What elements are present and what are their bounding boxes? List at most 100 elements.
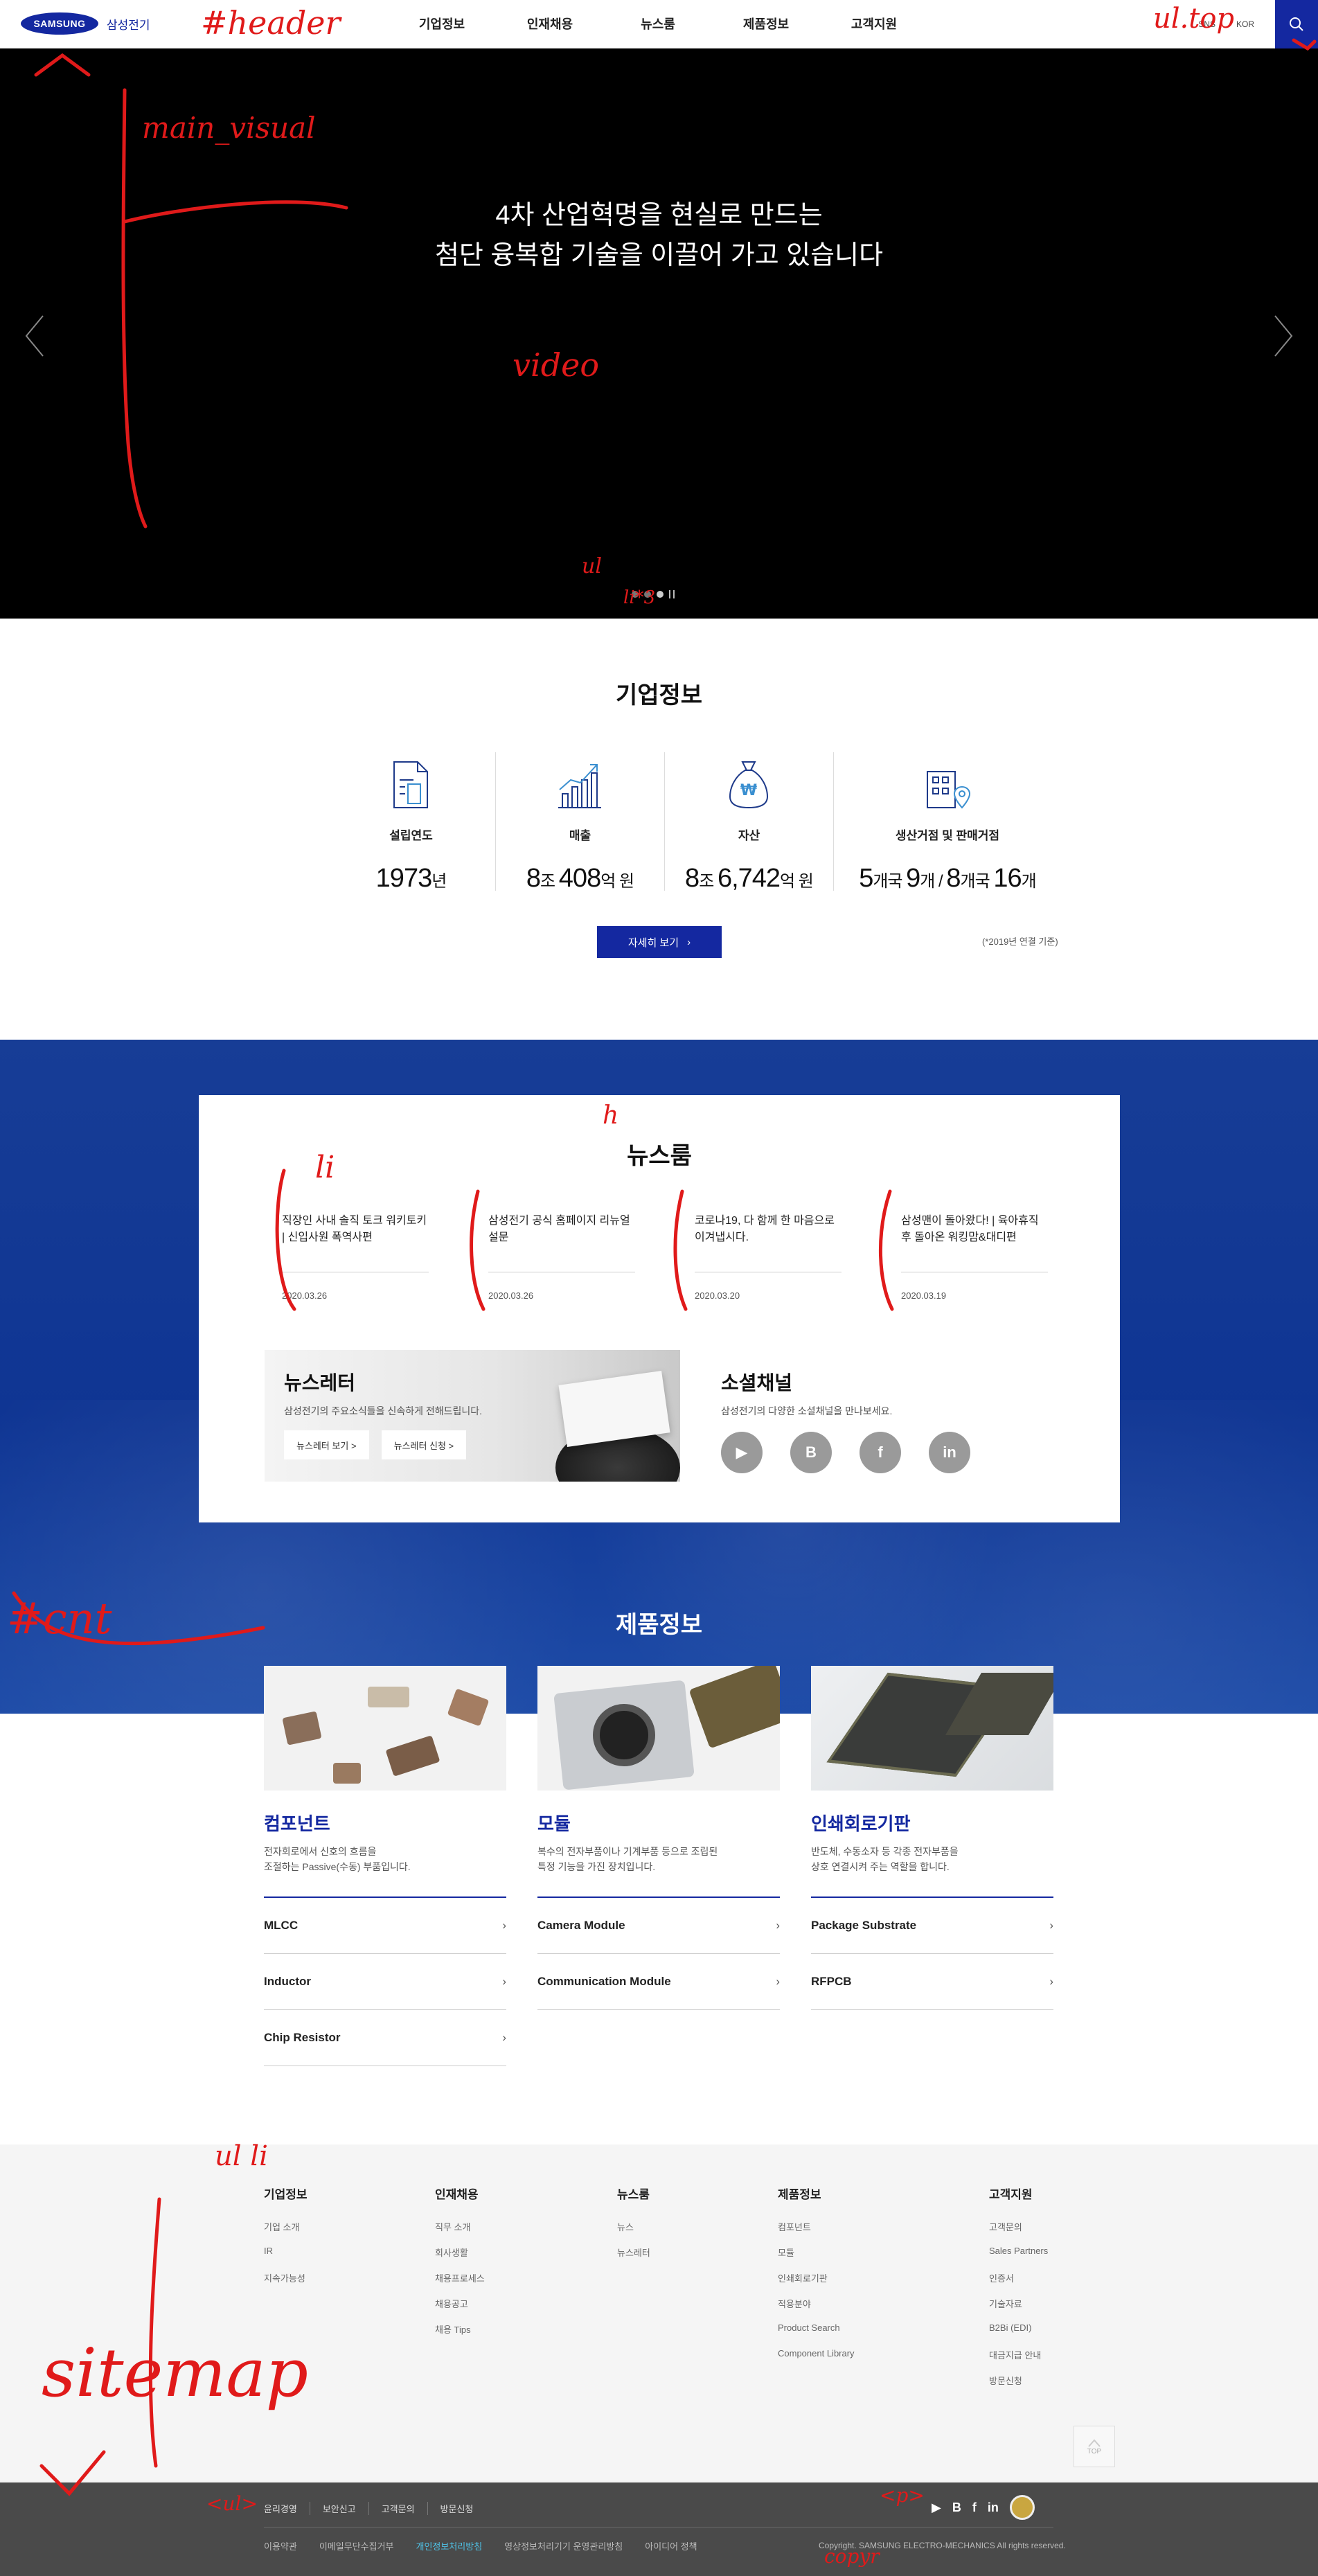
news-item[interactable]: 직장인 사내 솔직 토크 워키토키 | 신입사원 폭역사편 2020.03.26 — [282, 1213, 429, 1301]
top-button[interactable]: TOP — [1074, 2426, 1115, 2467]
sitemap-col: 고객지원 고객문의 Sales Partners 인증서 기술자료 B2Bi (EDI)… — [989, 2188, 1049, 2386]
nav-item-support[interactable]: 고객지원 — [820, 0, 928, 48]
chevron-right-icon: › — [502, 1919, 506, 1932]
visual-headline-line2: 첨단 융복합 기술을 이끌어 가고 있습니다 — [434, 241, 884, 270]
main-visual: 4차 산업혁명을 현실로 만드는 첨단 융복합 기술을 이끌어 가고 있습니다 — [0, 48, 1318, 619]
slide-dot[interactable] — [644, 591, 651, 598]
section-title: 뉴스룸 — [627, 1143, 692, 1169]
product-link[interactable]: Inductor › — [264, 1954, 506, 2010]
nav-item-newsroom[interactable]: 뉴스룸 — [604, 0, 712, 48]
stat-value: 8조 408억 원 — [526, 864, 634, 893]
module-image — [537, 1666, 780, 1791]
footer-divider — [264, 2527, 1053, 2528]
sitemap-col: 기업정보 기업 소개 IR 지속가능성 — [264, 2188, 308, 2284]
product-name[interactable]: 모듈 — [537, 1810, 780, 1836]
product-desc: 복수의 전자부품이나 기계부품 등으로 조립된 특정 기능을 가진 장치입니다. — [537, 1844, 780, 1898]
stat-label: 자산 — [738, 829, 760, 842]
news-item[interactable]: 삼성전기 공식 홈페이지 리뉴얼 설문 2020.03.26 — [488, 1213, 635, 1301]
nav-item-careers[interactable]: 인재채용 — [496, 0, 604, 48]
sitemap: 기업정보 기업 소개 IR 지속가능성 인재채용 직무 소개 회사생활 채용프로세스 채용… — [0, 2144, 1318, 2482]
sitemap-col: 제품정보 컴포넌트 모듈 인쇄회로기판 적용분야 Product Search Compo… — [778, 2188, 855, 2359]
news-list: 직장인 사내 솔직 토크 워키토키 | 신입사원 폭역사편 2020.03.26 … — [282, 1213, 1051, 1301]
product-link[interactable]: Camera Module › — [537, 1898, 780, 1954]
product-link[interactable]: RFPCB › — [811, 1954, 1053, 2010]
visual-headline-line1: 4차 산업혁명을 현실로 만드는 — [495, 201, 823, 230]
social-desc: 삼성전기의 다양한 소셜채널을 만나보세요. — [721, 1405, 893, 1416]
product-name[interactable]: 컴포넌트 — [264, 1810, 506, 1836]
facebook-icon[interactable]: f — [860, 1432, 901, 1473]
lang-select[interactable]: KOR — [1236, 19, 1254, 29]
header-util: SNS KOR — [1198, 0, 1318, 48]
product-link[interactable]: Chip Resistor › — [264, 2010, 506, 2066]
arrow-up-icon — [1088, 2438, 1101, 2447]
product-link[interactable]: Package Substrate › — [811, 1898, 1053, 1954]
slide-dot-active[interactable] — [657, 591, 664, 598]
site-header: SAMSUNG 삼성전기 기업정보 인재채용 뉴스룸 제품정보 고객지원 SNS… — [0, 0, 1318, 48]
stat-value: 5개국 9개 / 8개국 16개 — [859, 864, 1037, 893]
samsung-logo: SAMSUNG — [21, 12, 98, 35]
facebook-icon[interactable]: f — [972, 2501, 977, 2515]
product-card: 컴포넌트 전자회로에서 신호의 흐름을 조절하는 Passive(수동) 부품입니… — [264, 1666, 506, 2066]
slide-dot[interactable] — [632, 591, 639, 598]
newsletter-desc: 삼성전기의 주요소식들을 신속하게 전해드립니다. — [284, 1405, 483, 1416]
prev-arrow-icon[interactable] — [21, 312, 48, 360]
search-button[interactable] — [1275, 0, 1318, 48]
nav-item-company[interactable]: 기업정보 — [388, 0, 496, 48]
newsletter-banner: 뉴스레터 삼성전기의 주요소식들을 신속하게 전해드립니다. 뉴스레터 보기 >… — [265, 1350, 680, 1482]
linkedin-icon[interactable]: in — [929, 1432, 970, 1473]
stats-list: 설립연도 1973년 매출 8조 408억 원 ₩ 자산 8조 6,742억 원… — [327, 752, 1061, 893]
chevron-right-icon: › — [776, 1919, 780, 1932]
chevron-right-icon: › — [502, 1975, 506, 1988]
footer-links-1: 윤리경영 보안신고 고객문의 방문신청 — [264, 2502, 486, 2515]
stat-founded: 설립연도 1973년 — [327, 752, 496, 893]
search-icon — [1290, 17, 1303, 31]
factory-location-icon — [926, 771, 970, 809]
component-image — [264, 1666, 506, 1791]
footer-links-2: 이용약관 이메일무단수집거부 개인정보처리방침 영상정보처리기기 운영관리방침 아이디어… — [264, 2541, 697, 2552]
product-link[interactable]: Communication Module › — [537, 1954, 780, 2010]
product-link[interactable]: MLCC › — [264, 1898, 506, 1954]
section-title: 기업정보 — [615, 682, 703, 709]
logo[interactable]: SAMSUNG 삼성전기 — [21, 12, 150, 35]
chevron-right-icon: › — [502, 2031, 506, 2044]
news-item[interactable]: 삼성맨이 돌아왔다! | 육아휴직 후 돌아온 워킹맘&대디편 2020.03.1… — [901, 1213, 1048, 1301]
svg-text:₩: ₩ — [740, 782, 757, 799]
growth-chart-icon — [558, 764, 602, 808]
stat-label: 매출 — [569, 829, 591, 842]
company-info-section: 기업정보 설립연도 1973년 매출 8조 408억 원 ₩ 자산 8조 6,7… — [0, 619, 1318, 1040]
stat-label: 생산거점 및 판매거점 — [895, 829, 1000, 842]
product-list: 컴포넌트 전자회로에서 신호의 흐름을 조절하는 Passive(수동) 부품입니… — [264, 1666, 1053, 2066]
next-arrow-icon[interactable] — [1270, 312, 1297, 360]
building-doc-icon — [393, 761, 429, 808]
product-card: 인쇄회로기판 반도체, 수동소자 등 각종 전자부품을 상호 연결시켜 주는 역할… — [811, 1666, 1053, 2066]
stat-value: 1973년 — [375, 864, 447, 893]
pause-icon[interactable] — [669, 590, 675, 598]
stat-sales: 매출 8조 408억 원 — [496, 752, 665, 893]
product-name[interactable]: 인쇄회로기판 — [811, 1810, 1053, 1836]
section-title: 제품정보 — [615, 1612, 703, 1638]
newsletter-subscribe-button[interactable]: 뉴스레터 신청 > — [381, 1430, 467, 1459]
chevron-right-icon: › — [687, 936, 691, 948]
stat-note: (*2019년 연결 기준) — [982, 936, 1058, 947]
youtube-icon[interactable]: ▶ — [721, 1432, 763, 1473]
chevron-right-icon: › — [1049, 1975, 1053, 1988]
sns-link[interactable]: SNS — [1198, 19, 1215, 29]
nav-item-products[interactable]: 제품정보 — [712, 0, 820, 48]
sitemap-col: 인재채용 직무 소개 회사생활 채용프로세스 채용공고 채용 Tips — [435, 2188, 485, 2335]
blog-icon[interactable]: B — [790, 1432, 832, 1473]
pcb-image — [811, 1666, 1053, 1791]
news-item[interactable]: 코로나19, 다 함께 한 마음으로 이겨냅시다. 2020.03.20 — [695, 1213, 841, 1301]
product-card: 모듈 복수의 전자부품이나 기계부품 등으로 조립된 특정 기능을 가진 장치입니… — [537, 1666, 780, 2066]
footer-sns: ▶ B f in — [932, 2495, 1035, 2520]
stat-label: 설립연도 — [389, 829, 433, 842]
youtube-icon[interactable]: ▶ — [932, 2501, 941, 2515]
sitemap-col: 뉴스룸 뉴스 뉴스레터 — [617, 2188, 650, 2258]
product-desc: 전자회로에서 신호의 흐름을 조절하는 Passive(수동) 부품입니다. — [264, 1844, 506, 1898]
detail-button[interactable]: 자세히 보기 › — [597, 926, 722, 958]
stat-locations: 생산거점 및 판매거점 5개국 9개 / 8개국 16개 — [834, 752, 1061, 893]
social-channels: 소셜채널 삼성전기의 다양한 소셜채널을 만나보세요. ▶ B f in — [721, 1350, 1053, 1482]
newsletter-view-button[interactable]: 뉴스레터 보기 > — [284, 1430, 369, 1459]
blog-icon[interactable]: B — [952, 2501, 961, 2515]
chevron-right-icon: › — [776, 1975, 780, 1988]
linkedin-icon[interactable]: in — [988, 2501, 999, 2515]
